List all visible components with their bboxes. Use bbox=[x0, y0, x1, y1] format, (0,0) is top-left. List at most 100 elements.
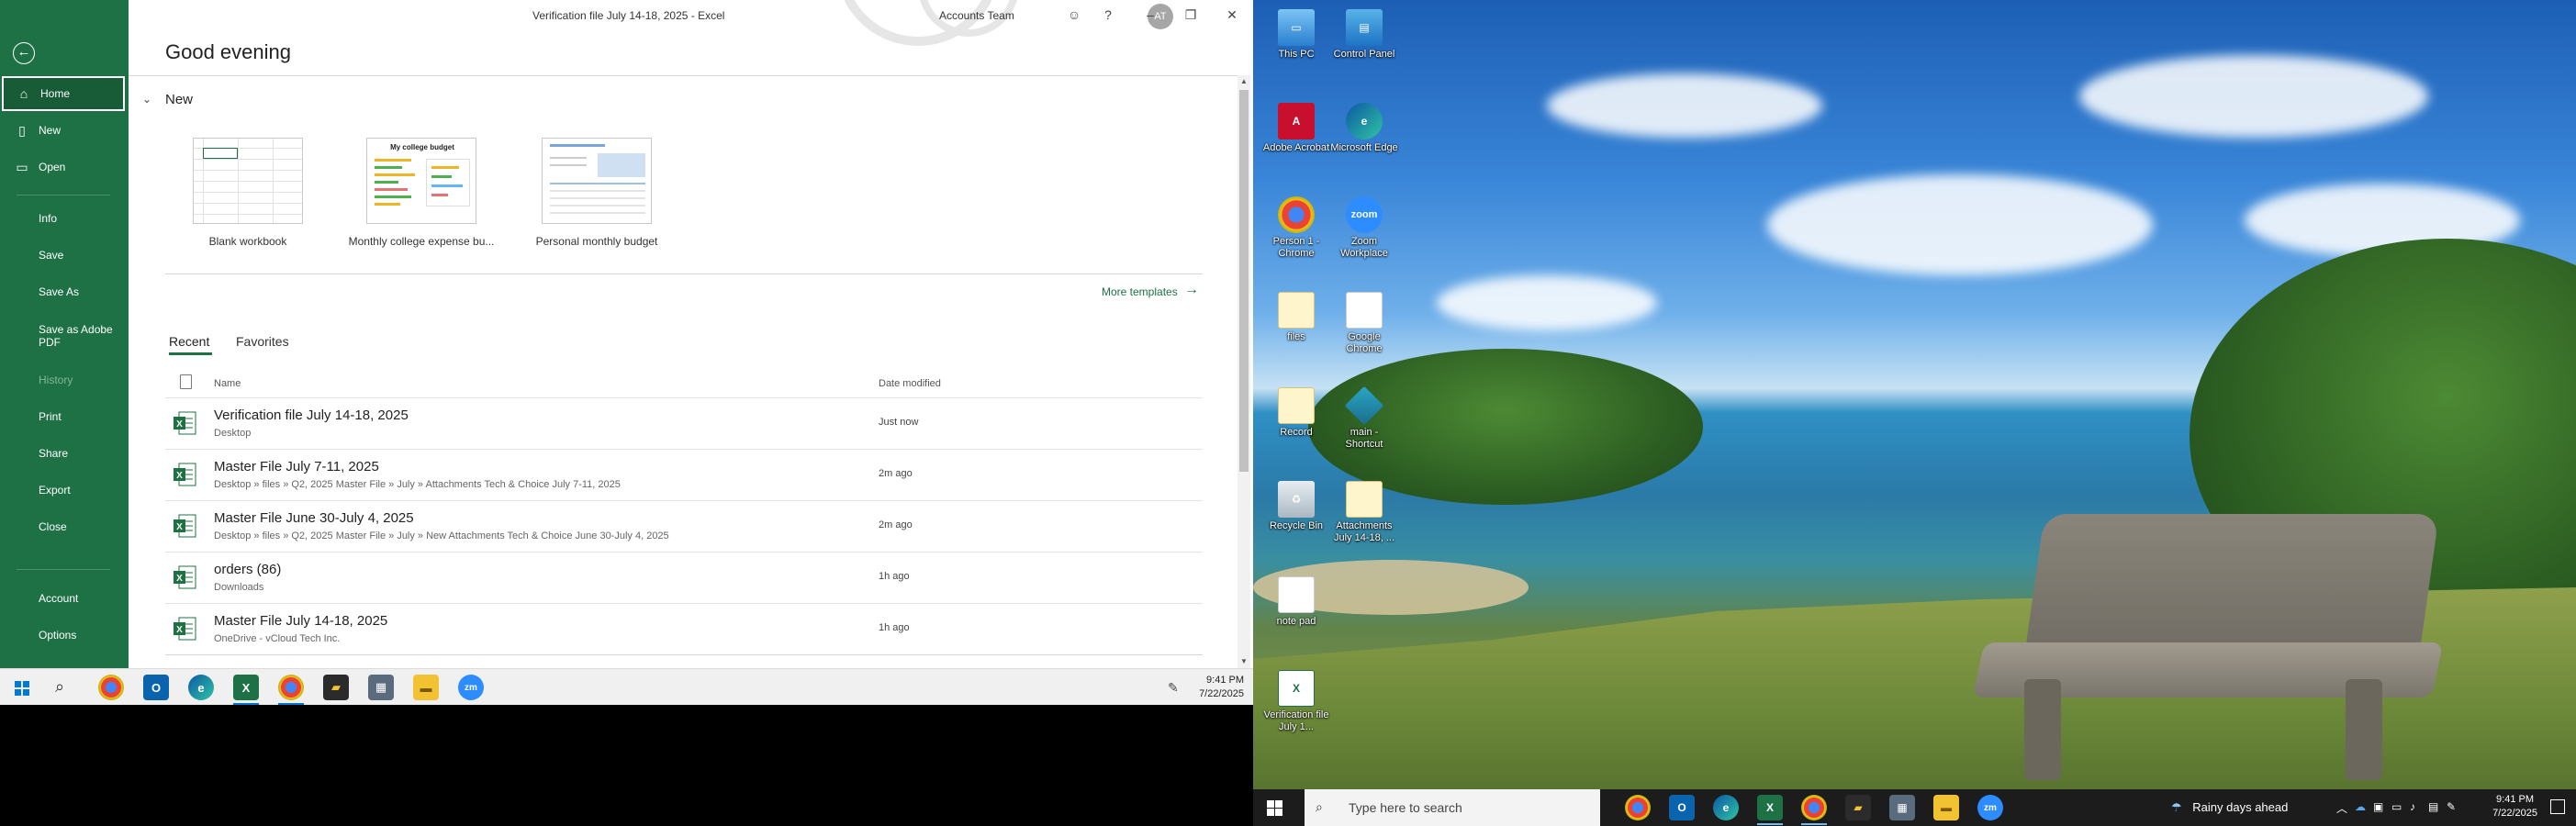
back-arrow-icon[interactable]: ← bbox=[13, 42, 35, 64]
nav-history-label: History bbox=[39, 374, 73, 386]
nav-open[interactable]: ▭ Open bbox=[0, 150, 129, 184]
taskbar-search-box[interactable]: ⌕ Type here to search bbox=[1305, 789, 1600, 826]
nav-save-as[interactable]: Save As bbox=[0, 274, 129, 309]
network-icon[interactable]: ▣ bbox=[2373, 800, 2383, 813]
tab-recent[interactable]: Recent bbox=[169, 334, 209, 349]
feedback-icon[interactable]: ☺ bbox=[1065, 6, 1083, 24]
nav-save-as-pdf[interactable]: Save as Adobe PDF bbox=[0, 318, 119, 353]
recent-file-row[interactable]: X Verification file July 14-18, 2025 Des… bbox=[165, 397, 1203, 449]
calculator-icon[interactable]: ▦ bbox=[1889, 795, 1915, 820]
taskbar-clock[interactable]: 9:41 PM 7/22/2025 bbox=[2492, 793, 2537, 820]
chrome-profile-icon[interactable] bbox=[1801, 795, 1827, 820]
column-header-date[interactable]: Date modified bbox=[879, 378, 941, 389]
volume-icon[interactable]: ♪ bbox=[2410, 800, 2415, 813]
wallpaper-bench-leg bbox=[2024, 679, 2061, 780]
nav-save[interactable]: Save bbox=[0, 238, 129, 273]
search-icon[interactable]: ⌕ bbox=[55, 677, 64, 697]
nav-print[interactable]: Print bbox=[0, 399, 129, 434]
desktop-icon-adobe-acrobat[interactable]: A Adobe Acrobat bbox=[1262, 103, 1330, 154]
excel-icon[interactable]: X bbox=[233, 675, 259, 700]
recent-file-row[interactable]: X orders (86) Downloads 1h ago bbox=[165, 552, 1203, 603]
scroll-up-icon[interactable]: ▲ bbox=[1238, 75, 1250, 88]
zoom-icon[interactable]: zm bbox=[1977, 795, 2003, 820]
weather-widget[interactable]: ☂ Rainy days ahead bbox=[2171, 800, 2288, 815]
restore-icon[interactable]: ❐ bbox=[1182, 6, 1200, 24]
file-path: Desktop » files » Q2, 2025 Master File »… bbox=[214, 530, 669, 541]
template-college-budget[interactable]: My college budget Monthly college expens… bbox=[334, 138, 509, 257]
desktop-icon-edge[interactable]: e Microsoft Edge bbox=[1330, 103, 1398, 154]
battery-icon[interactable]: ▭ bbox=[2391, 800, 2402, 813]
svg-text:X: X bbox=[176, 574, 183, 584]
desktop-icon-zoom[interactable]: zoom Zoom Workplace bbox=[1330, 196, 1398, 260]
desktop-icon-google-chrome[interactable]: Google Chrome bbox=[1330, 292, 1398, 355]
chevron-down-icon[interactable]: ⌄ bbox=[142, 93, 151, 106]
desktop-icon-note-pad[interactable]: note pad bbox=[1262, 576, 1330, 628]
template-label: Blank workbook bbox=[208, 235, 287, 248]
template-personal-budget[interactable]: Personal monthly budget bbox=[510, 138, 684, 257]
file-path: OneDrive - vCloud Tech Inc. bbox=[214, 633, 341, 644]
desktop-icon-attachments[interactable]: Attachments July 14-18, ... bbox=[1330, 481, 1398, 544]
edge-icon[interactable]: e bbox=[1713, 795, 1739, 820]
edge-icon[interactable]: e bbox=[188, 675, 214, 700]
recent-file-row[interactable]: X Master File June 30-July 4, 2025 Deskt… bbox=[165, 500, 1203, 552]
file-explorer-icon[interactable]: ▬ bbox=[413, 675, 439, 700]
desktop-icon-recycle-bin[interactable]: ♻ Recycle Bin bbox=[1262, 481, 1330, 532]
chevron-up-icon[interactable]: ︿ bbox=[2336, 800, 2347, 816]
nav-account[interactable]: Account bbox=[0, 581, 129, 616]
arrow-right-icon[interactable]: → bbox=[1184, 282, 1199, 298]
help-icon[interactable]: ? bbox=[1099, 6, 1117, 24]
vertical-scrollbar[interactable]: ▲ ▼ bbox=[1238, 75, 1250, 668]
desktop-icon-this-pc[interactable]: ▭ This PC bbox=[1262, 9, 1330, 61]
taskbar-left: ⌕ O e X ▰ ▦ ▬ zm ✎ 9:41 PM 7/22/2025 bbox=[0, 668, 1253, 705]
nav-save-as-pdf-label: Save as Adobe PDF bbox=[39, 323, 113, 349]
nav-options[interactable]: Options bbox=[0, 618, 129, 653]
recent-file-row[interactable]: X Master File July 7-11, 2025 Desktop » … bbox=[165, 449, 1203, 500]
scrollbar-thumb[interactable] bbox=[1239, 90, 1249, 472]
desktop-icon-verification-file[interactable]: X Verification file July 1... bbox=[1262, 670, 1330, 733]
display-icon[interactable]: ▤ bbox=[2428, 800, 2438, 813]
pen-icon[interactable]: ✎ bbox=[2447, 800, 2456, 813]
notification-icon[interactable] bbox=[2550, 799, 2565, 814]
more-templates-link[interactable]: More templates bbox=[1102, 285, 1178, 298]
file-explorer-icon[interactable]: ▬ bbox=[1933, 795, 1959, 820]
pen-icon[interactable]: ✎ bbox=[1168, 680, 1179, 696]
desktop-icon-record[interactable]: Record bbox=[1262, 387, 1330, 439]
onedrive-icon[interactable]: ☁ bbox=[2355, 800, 2366, 813]
minimize-icon[interactable]: – bbox=[1141, 6, 1159, 24]
desktop-icon-chrome-person1[interactable]: Person 1 - Chrome bbox=[1262, 196, 1330, 260]
zoom-icon: zoom bbox=[1346, 196, 1383, 233]
zoom-icon[interactable]: zm bbox=[458, 675, 484, 700]
excel-icon[interactable]: X bbox=[1757, 795, 1783, 820]
tab-favorites[interactable]: Favorites bbox=[236, 334, 289, 349]
chrome-profile-icon[interactable] bbox=[278, 675, 304, 700]
sticky-notes-icon[interactable]: ▰ bbox=[1845, 795, 1871, 820]
nav-share[interactable]: Share bbox=[0, 436, 129, 471]
svg-text:X: X bbox=[176, 471, 183, 481]
windows-start-icon[interactable] bbox=[1267, 800, 1282, 816]
recent-file-row[interactable]: X Master File July 14-18, 2025 OneDrive … bbox=[165, 603, 1203, 654]
account-name[interactable]: Accounts Team bbox=[939, 9, 1014, 22]
nav-close[interactable]: Close bbox=[0, 509, 129, 544]
nav-home[interactable]: ⌂ Home bbox=[2, 76, 125, 111]
column-header-name[interactable]: Name bbox=[214, 378, 241, 389]
desktop-icon-label: main - Shortcut bbox=[1345, 427, 1383, 450]
scroll-down-icon[interactable]: ▼ bbox=[1238, 655, 1250, 668]
chrome-icon[interactable] bbox=[98, 675, 124, 700]
close-icon[interactable]: ✕ bbox=[1223, 6, 1241, 24]
nav-new[interactable]: ▯ New bbox=[0, 113, 129, 148]
taskbar-clock[interactable]: 9:41 PM 7/22/2025 bbox=[1199, 674, 1244, 701]
nav-info[interactable]: Info bbox=[0, 201, 129, 236]
weather-text: Rainy days ahead bbox=[2192, 800, 2289, 814]
desktop-icon-main-shortcut[interactable]: main - Shortcut bbox=[1330, 385, 1398, 451]
calculator-icon[interactable]: ▦ bbox=[368, 675, 394, 700]
excel-file-icon: X bbox=[174, 514, 196, 538]
nav-export[interactable]: Export bbox=[0, 473, 129, 508]
chrome-icon[interactable] bbox=[1625, 795, 1651, 820]
windows-start-icon[interactable] bbox=[15, 681, 29, 696]
desktop-icon-files[interactable]: files bbox=[1262, 292, 1330, 343]
desktop-icon-control-panel[interactable]: ▤ Control Panel bbox=[1330, 9, 1398, 61]
template-blank-workbook[interactable]: Blank workbook bbox=[161, 138, 335, 257]
outlook-icon[interactable]: O bbox=[1669, 795, 1695, 820]
outlook-icon[interactable]: O bbox=[143, 675, 169, 700]
sticky-notes-icon[interactable]: ▰ bbox=[323, 675, 349, 700]
